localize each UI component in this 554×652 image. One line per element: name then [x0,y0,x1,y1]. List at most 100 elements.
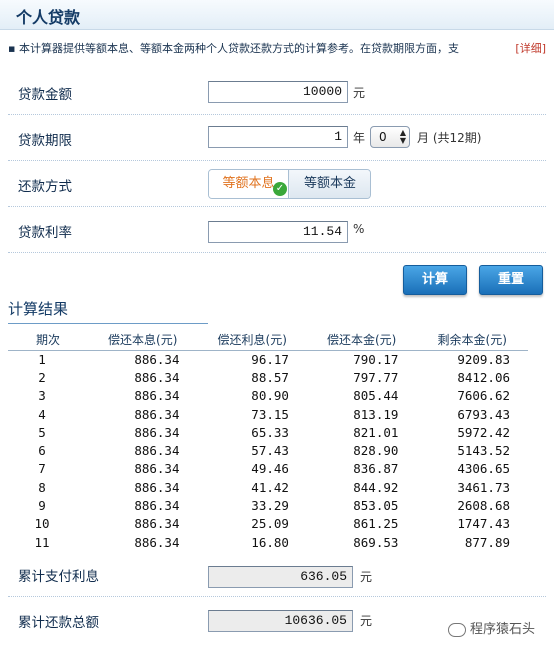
table-row: 6 886.34 57.43 828.90 5143.52 [8,441,528,459]
table-cell: 877.89 [464,534,510,548]
check-icon: ✓ [273,182,287,196]
table-row: 2 886.34 88.57 797.77 8412.06 [8,368,528,386]
option-equal-installment-label: 等额本息 [222,176,275,191]
table-cell: 821.01 [353,424,399,440]
table-cell: 1747.43 [457,516,510,532]
table-cell: 886.34 [134,388,180,404]
table-cell: 49.46 [251,461,289,477]
table-cell: 57.43 [251,443,289,459]
table-cell: 886.34 [134,534,180,548]
term-row: 贷款期限 1 年 0 ▲ ▼ 月 (共12期) [8,115,546,161]
table-cell: 3 [38,388,46,404]
table-cell: 869.53 [353,534,399,548]
table-cell: 80.90 [251,388,289,404]
calculate-button[interactable]: 计算 [403,265,467,295]
col-remaining: 剩余本金(元) [416,330,528,351]
amount-row: 贷款金额 10000 元 [8,69,546,115]
table-cell: 10 [34,516,50,532]
table-cell: 836.87 [353,461,399,477]
grand-total-unit: 元 [360,614,373,628]
year-unit: 年 [353,131,366,145]
table-body: 1 886.34 96.17 790.17 9209.83 2 886.34 88.57 797… [8,350,528,548]
detail-link[interactable]: [详细] [511,40,546,56]
col-period: 期次 [8,330,88,351]
month-unit: 月 (共12期) [417,131,482,145]
table-cell: 886.34 [134,461,180,477]
table-cell: 25.09 [251,516,289,532]
col-principal: 偿还本金(元) [306,330,417,351]
amount-unit: 元 [353,86,366,100]
description-text: 本计算器提供等额本息、等额本金两种个人贷款还款方式的计算参考。在贷款期限方面，支 [18,42,459,55]
term-months-select[interactable]: 0 ▲ ▼ [370,126,410,148]
reset-button[interactable]: 重置 [479,265,543,295]
table-cell: 805.44 [353,388,399,404]
interest-total-unit: 元 [360,570,373,584]
table-row: 3 886.34 80.90 805.44 7606.62 [8,387,528,405]
table-row: 8 886.34 41.42 844.92 3461.73 [8,478,528,496]
table-cell: 9 [38,498,46,514]
table-row: 11 886.34 16.80 869.53 877.89 [8,533,528,548]
table-row: 7 886.34 49.46 836.87 4306.65 [8,460,528,478]
table-cell: 9209.83 [457,351,510,367]
table-cell: 886.34 [134,351,180,367]
table-cell: 886.34 [134,498,180,514]
table-cell: 853.05 [353,498,399,514]
table-cell: 3461.73 [457,479,510,495]
table-row: 4 886.34 73.15 813.19 6793.43 [8,405,528,423]
method-row: 还款方式 等额本息 ✓ 等额本金 [8,161,546,207]
table-cell: 797.77 [353,369,399,385]
col-payment: 偿还本息(元) [88,330,198,351]
amount-label: 贷款金额 [18,87,72,103]
rate-label: 贷款利率 [18,225,72,241]
table-cell: 7 [38,461,46,477]
table-cell: 4 [38,406,46,422]
table-cell: 96.17 [251,351,289,367]
table-cell: 33.29 [251,498,289,514]
table-cell: 2 [38,369,46,385]
table-cell: 886.34 [134,443,180,459]
option-equal-principal[interactable]: 等额本金 [290,170,370,198]
table-cell: 4306.65 [457,461,510,477]
interest-total-row: 累计支付利息 636.05 元 [8,551,546,597]
table-row: 9 886.34 33.29 853.05 2608.68 [8,496,528,514]
results-title: 计算结果 [8,298,208,324]
table-cell: 65.33 [251,424,289,440]
interest-total-value: 636.05 [208,566,353,588]
table-row: 10 886.34 25.09 861.25 1747.43 [8,515,528,533]
description: ▪ 本计算器提供等额本息、等额本金两种个人贷款还款方式的计算参考。在贷款期限方面… [8,40,548,56]
table-cell: 5 [38,424,46,440]
method-toggle: 等额本息 ✓ 等额本金 [208,169,371,199]
option-equal-principal-label: 等额本金 [303,176,356,191]
table-cell: 16.80 [251,534,289,548]
rate-unit: % [353,222,365,236]
table-cell: 73.15 [251,406,289,422]
amount-input[interactable]: 10000 [208,81,348,103]
rate-row: 贷款利率 11.54 % [8,207,546,253]
table-cell: 5143.52 [457,443,510,459]
watermark: 程序猿石头 [448,618,535,637]
table-row: 5 886.34 65.33 821.01 5972.42 [8,423,528,441]
results-table: 期次 偿还本息(元) 偿还利息(元) 偿还本金(元) 剩余本金(元) 1 886.… [8,330,528,548]
table-cell: 8412.06 [457,369,510,385]
results-table-scroll[interactable]: 期次 偿还本息(元) 偿还利息(元) 偿还本金(元) 剩余本金(元) 1 886.… [8,330,528,548]
table-cell: 5972.42 [457,424,510,440]
table-cell: 88.57 [251,369,289,385]
page-header: 个人贷款 [0,0,554,30]
table-cell: 813.19 [353,406,399,422]
table-cell: 886.34 [134,479,180,495]
table-row: 1 886.34 96.17 790.17 9209.83 [8,350,528,368]
table-header-row: 期次 偿还本息(元) 偿还利息(元) 偿还本金(元) 剩余本金(元) [8,330,528,351]
term-label: 贷款期限 [18,133,72,149]
table-cell: 6793.43 [457,406,510,422]
bullet-icon: ▪ [8,42,16,55]
updown-arrows-icon: ▲ ▼ [399,128,406,145]
wechat-logo-icon [448,622,466,637]
table-cell: 11 [34,534,50,548]
watermark-text: 程序猿石头 [470,622,536,637]
table-cell: 886.34 [134,406,180,422]
page-title: 个人贷款 [16,8,81,27]
rate-input[interactable]: 11.54 [208,221,348,243]
term-years-input[interactable]: 1 [208,126,348,148]
table-cell: 828.90 [353,443,399,459]
table-cell: 1 [38,351,46,367]
